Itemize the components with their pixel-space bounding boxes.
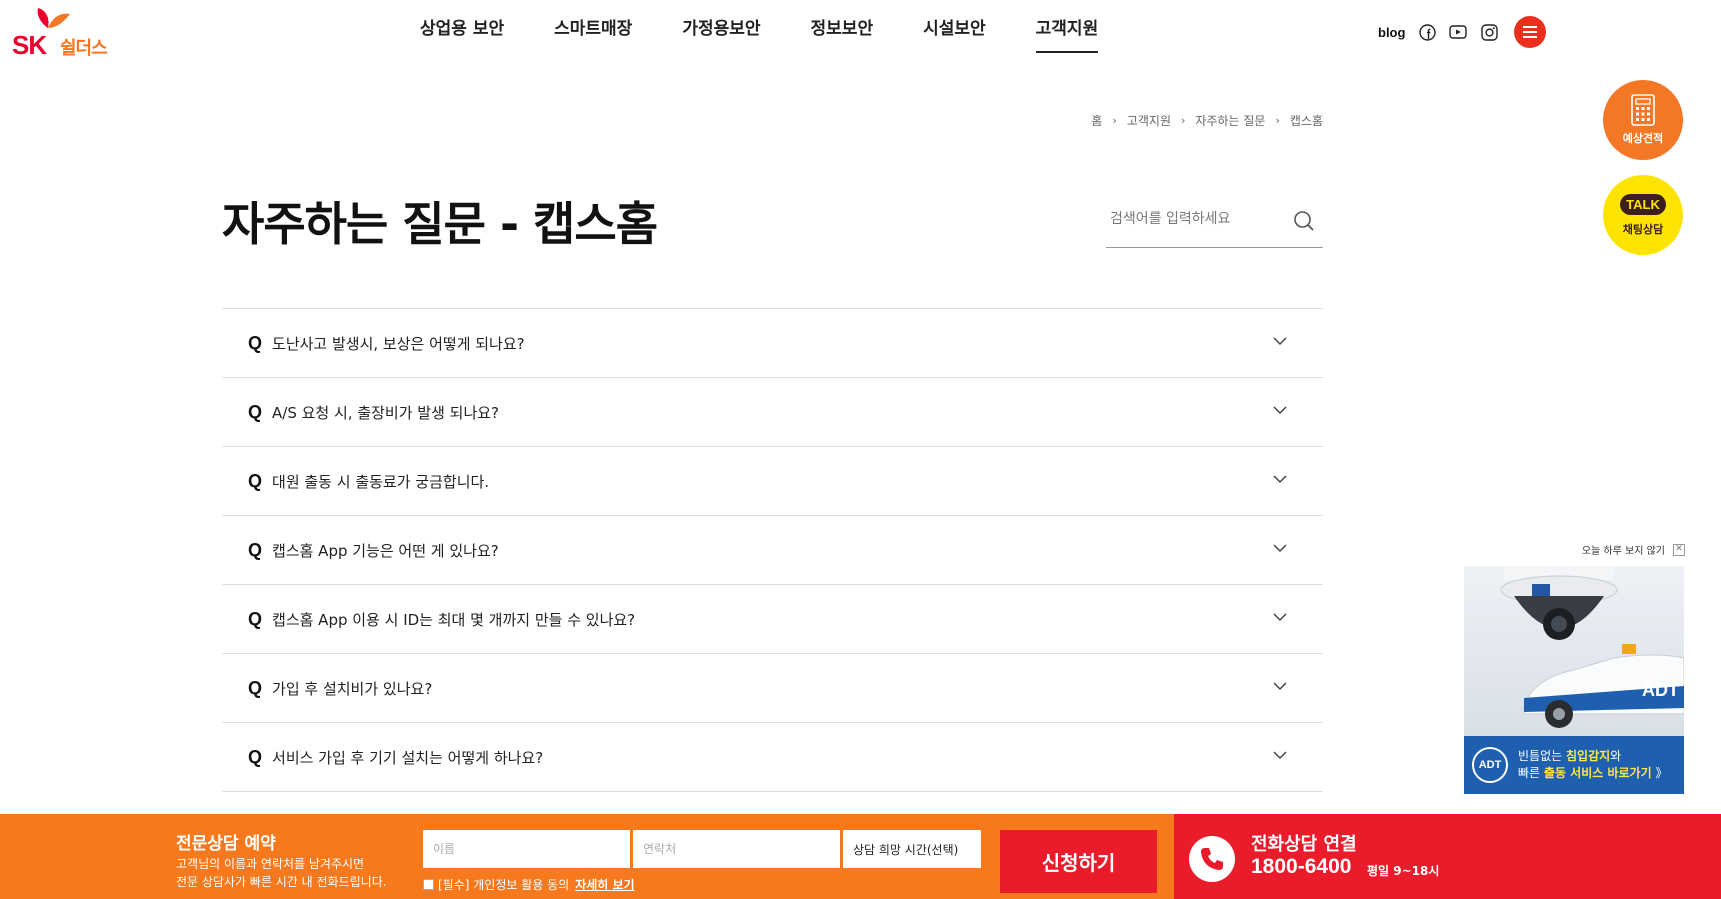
logo[interactable]: SK 쉴더스 [12,6,122,60]
faq-list: Q 도난사고 발생시, 보상은 어떻게 되나요? Q A/S 요청 시, 출장비… [222,308,1323,792]
calculator-icon [1631,94,1655,126]
agree-more-link[interactable]: 자세히 보기 [575,876,634,893]
youtube-icon[interactable] [1448,22,1468,42]
popup-close-today[interactable]: 오늘 하루 보지 않기 ✕ [1465,542,1685,557]
breadcrumb-current: 캡스홈 [1289,114,1323,128]
svg-text:ADT: ADT [1642,680,1679,700]
adt-logo: ADT [1472,747,1508,783]
privacy-agree: [필수] 개인정보 활용 동의 자세히 보기 [423,876,635,893]
call-title: 전화상담 연결 [1251,834,1357,855]
faq-question: 대원 출동 시 출동료가 궁금합니다. [272,472,490,491]
faq-item[interactable]: Q 캡스홈 App 기능은 어떤 게 있나요? [222,516,1323,585]
chevron-right-icon: › [1112,114,1117,127]
faq-item[interactable]: Q 대원 출동 시 출동료가 궁금합니다. [222,447,1323,516]
faq-item[interactable]: Q 서비스 가입 후 기기 설치는 어떻게 하나요? [222,723,1323,792]
consult-title: 전문상담 예약 [176,834,276,854]
faq-item[interactable]: Q 도난사고 발생시, 보상은 어떻게 되나요? [222,309,1323,378]
bottom-consult-bar: 전문상담 예약 고객님의 이름과 연락처를 남겨주시면 전문 상담사가 빠른 시… [0,814,1721,899]
blog-link[interactable]: blog [1378,25,1405,40]
nav-info-security[interactable]: 정보보안 [811,0,874,56]
phone-field[interactable] [633,830,840,868]
faq-question: 가입 후 설치비가 있나요? [272,679,433,698]
chevron-down-icon [1273,475,1287,484]
consult-form: 전문상담 예약 고객님의 이름과 연락처를 남겨주시면 전문 상담사가 빠른 시… [0,814,1174,899]
faq-question: 서비스 가입 후 기기 설치는 어떻게 하나요? [272,748,544,767]
name-field[interactable] [423,830,630,868]
faq-question: 캡스홈 App 이용 시 ID는 최대 몇 개까지 만들 수 있나요? [272,610,636,629]
q-marker: Q [248,677,263,698]
banner-image: ADT [1464,566,1684,736]
breadcrumb-home[interactable]: 홈 [1091,112,1102,129]
logo-name: 쉴더스 [60,38,108,59]
chevron-down-icon [1273,682,1287,691]
q-marker: Q [248,539,263,560]
nav-customer-support[interactable]: 고객지원 [1035,0,1098,56]
search-input[interactable] [1106,200,1286,238]
nav-facility-security[interactable]: 시설보안 [923,0,986,56]
breadcrumb-faq[interactable]: 자주하는 질문 [1195,112,1265,129]
chevron-down-icon [1273,751,1287,760]
banner-text: 빈틈없는 침입감지와 빠른 출동 서비스 바로가기 》 [1518,749,1668,780]
breadcrumb: 홈 › 고객지원 › 자주하는 질문 › 캡스홈 [1091,112,1323,129]
agree-label: [필수] 개인정보 활용 동의 [438,878,570,892]
kakao-talk-icon: TALK [1620,193,1666,215]
q-marker: Q [248,332,263,353]
chevron-right-icon: › [1181,114,1186,127]
estimate-button[interactable]: 예상견적 [1603,80,1683,160]
call-consult[interactable]: 전화상담 연결 1800-6400 평일 9~18시 [1174,814,1721,899]
instagram-icon[interactable] [1479,22,1499,42]
q-marker: Q [248,746,263,767]
q-marker: Q [248,401,263,422]
faq-question: 도난사고 발생시, 보상은 어떻게 되나요? [272,334,525,353]
chevron-down-icon [1273,544,1287,553]
call-hours: 평일 9~18시 [1367,864,1440,878]
nav-home-security[interactable]: 가정용보안 [682,0,760,56]
q-marker: Q [248,608,263,629]
logo-sk: SK [12,30,47,60]
banner-band: ADT 빈틈없는 침입감지와 빠른 출동 서비스 바로가기 》 [1464,736,1684,794]
q-marker: Q [248,470,263,491]
close-today-label: 오늘 하루 보지 않기 [1581,546,1665,557]
search-box [1106,200,1323,248]
chat-consult-button[interactable]: TALK 채팅상담 [1603,175,1683,255]
breadcrumb-support[interactable]: 고객지원 [1127,112,1171,129]
phone-icon [1189,836,1235,882]
menu-icon[interactable] [1514,16,1547,48]
main-nav: 상업용 보안 스마트매장 가정용보안 정보보안 시설보안 고객지원 [420,0,1148,56]
consult-desc: 고객님의 이름과 연락처를 남겨주시면 전문 상담사가 빠른 시간 내 전화드립… [176,857,387,889]
faq-question: A/S 요청 시, 출장비가 발생 되나요? [272,403,500,422]
chevron-right-icon: › [1275,114,1280,127]
chevron-down-icon [1273,337,1287,346]
facebook-icon[interactable] [1417,22,1437,42]
nav-commercial-security[interactable]: 상업용 보안 [420,0,504,56]
header-utils: blog [1378,16,1547,48]
chevron-down-icon [1273,613,1287,622]
nav-smart-store[interactable]: 스마트매장 [554,0,632,56]
chevron-down-icon [1273,406,1287,415]
agree-checkbox[interactable] [423,879,434,890]
faq-item[interactable]: Q 캡스홈 App 이용 시 ID는 최대 몇 개까지 만들 수 있나요? [222,585,1323,654]
estimate-label: 예상견적 [1622,132,1664,145]
page-title: 자주하는 질문 - 캡스홈 [222,197,658,251]
faq-question: 캡스홈 App 기능은 어떤 게 있나요? [272,541,499,560]
call-number: 1800-6400 [1251,855,1352,878]
search-icon[interactable] [1293,210,1315,232]
close-icon[interactable]: ✕ [1673,543,1685,556]
butterfly-icon [37,8,70,28]
time-select[interactable]: 상담 희망 시간(선택) [843,830,981,868]
faq-item[interactable]: Q 가입 후 설치비가 있나요? [222,654,1323,723]
submit-button[interactable]: 신청하기 [1000,830,1157,893]
adt-promo-banner[interactable]: ADT ADT 빈틈없는 침입감지와 빠른 출동 서비스 바로가기 》 [1464,566,1684,794]
chat-label: 채팅상담 [1622,222,1664,236]
faq-item[interactable]: Q A/S 요청 시, 출장비가 발생 되나요? [222,378,1323,447]
